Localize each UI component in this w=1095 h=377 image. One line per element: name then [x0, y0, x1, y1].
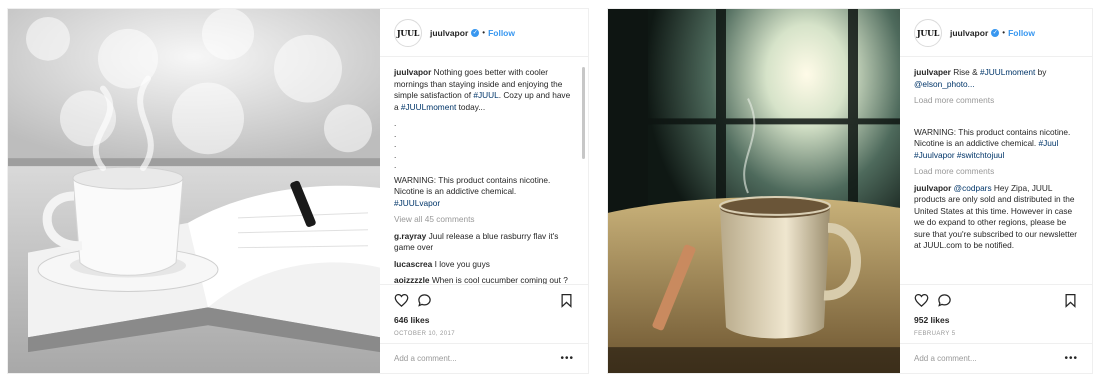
dot-line: .: [394, 149, 397, 160]
heart-icon[interactable]: [914, 293, 929, 308]
hashtag-link[interactable]: #JUULmoment: [980, 67, 1035, 77]
more-options-icon[interactable]: •••: [560, 353, 574, 364]
action-icons: [394, 285, 574, 315]
post-1-photo[interactable]: [8, 9, 380, 373]
comments-panel[interactable]: juulvapor Nothing goes better with coole…: [380, 57, 588, 284]
hashtag-link[interactable]: #JUULmoment: [401, 102, 456, 112]
separator-dot: •: [1002, 28, 1006, 37]
warning-label: WARNING: This product contains nicotine.…: [394, 174, 551, 197]
comment-username[interactable]: g.rayray: [394, 231, 426, 241]
warning-text: WARNING: This product contains nicotine.…: [914, 127, 1078, 162]
coffee-cup-on-book-photo: [8, 9, 380, 373]
add-comment-bar: Add a comment... •••: [900, 343, 1092, 373]
post-2-actions: 952 likes FEBRUARY 5: [900, 284, 1092, 343]
comment-username[interactable]: lucascrea: [394, 259, 432, 269]
mention-link[interactable]: @elson_photo...: [914, 79, 975, 89]
load-more-comments-link[interactable]: Load more comments: [914, 95, 1078, 107]
verified-badge-icon: ✓: [991, 28, 1000, 37]
post-2-photo[interactable]: [608, 9, 900, 373]
dot-line: .: [394, 160, 397, 170]
caption: juulvapor Nothing goes better with coole…: [394, 67, 574, 113]
action-icons: [914, 285, 1078, 315]
comment: juulvapor @codpars Hey Zipa, JUUL produc…: [914, 183, 1078, 252]
post-1-actions: 646 likes OCTOBER 10, 2017: [380, 284, 588, 343]
bookmark-icon[interactable]: [1063, 293, 1078, 308]
separator-dot: •: [482, 28, 486, 37]
mug-in-sunlight-photo: [608, 9, 900, 373]
like-count[interactable]: 646 likes: [394, 315, 574, 325]
speech-bubble-icon[interactable]: [417, 293, 432, 308]
speech-bubble-icon[interactable]: [937, 293, 952, 308]
comment: aoizzzzle When is cool cucumber coming o…: [394, 275, 574, 284]
post-date: OCTOBER 10, 2017: [394, 331, 455, 337]
avatar[interactable]: JUUL: [914, 18, 942, 47]
comment: g.rayray Juul release a blue rasburry fl…: [394, 231, 574, 254]
caption-username[interactable]: juulvaper: [914, 67, 951, 77]
username-link[interactable]: juulvapor: [430, 28, 468, 38]
comment-username[interactable]: juulvapor: [914, 183, 951, 193]
caption-text: by: [1035, 67, 1047, 77]
like-count[interactable]: 952 likes: [914, 315, 1078, 325]
warning-text: WARNING: This product contains nicotine.…: [394, 175, 574, 210]
comment-username[interactable]: aoizzzzle: [394, 275, 430, 284]
bookmark-icon[interactable]: [559, 293, 574, 308]
avatar[interactable]: JUUL: [394, 18, 422, 47]
dot-line: .: [394, 139, 397, 149]
load-more-comments-link[interactable]: Load more comments: [914, 166, 1078, 178]
post-2-sidebar: JUUL juulvapor ✓ • Follow juulvaper Rise…: [900, 9, 1092, 373]
comment: lucascrea I love you guys: [394, 259, 574, 271]
hashtag-link[interactable]: #JUUL: [473, 90, 498, 100]
post-1-header: JUUL juulvapor ✓ • Follow: [380, 9, 588, 57]
comments-panel[interactable]: juulvaper Rise & #JUULmoment by @elson_p…: [900, 57, 1092, 284]
post-1-sidebar: JUUL juulvapor ✓ • Follow juulvapor Noth…: [380, 9, 588, 373]
more-options-icon[interactable]: •••: [1064, 353, 1078, 364]
dot-line: .: [394, 118, 397, 128]
follow-button[interactable]: Follow: [488, 28, 515, 38]
post-2-header: JUUL juulvapor ✓ • Follow: [900, 9, 1092, 57]
comment-text: I love you guys: [434, 258, 490, 269]
caption: juulvaper Rise & #JUULmoment by @elson_p…: [914, 67, 1078, 90]
post-date: FEBRUARY 5: [914, 331, 956, 337]
instagram-post-1: JUUL juulvapor ✓ • Follow juulvapor Noth…: [7, 8, 589, 374]
caption-username[interactable]: juulvapor: [394, 67, 431, 77]
follow-button[interactable]: Follow: [1008, 28, 1035, 38]
mention-link[interactable]: @codpars: [954, 183, 992, 193]
instagram-post-2: JUUL juulvapor ✓ • Follow juulvaper Rise…: [607, 8, 1093, 374]
verified-badge-icon: ✓: [471, 28, 480, 37]
username-link[interactable]: juulvapor: [950, 28, 988, 38]
add-comment-input[interactable]: Add a comment...: [914, 354, 1064, 363]
dot-line: .: [394, 128, 397, 139]
hashtag-link[interactable]: #JUULvapor: [394, 198, 440, 208]
add-comment-input[interactable]: Add a comment...: [394, 354, 560, 363]
caption-text: today...: [456, 101, 486, 112]
caption-text: Rise &: [953, 67, 980, 77]
caption-spacer-dots: . . . . .: [394, 118, 574, 171]
comments-scrollbar[interactable]: [582, 67, 585, 159]
comment-text: When is cool cucumber coming out ?: [431, 275, 568, 284]
heart-icon[interactable]: [394, 293, 409, 308]
add-comment-bar: Add a comment... •••: [380, 343, 588, 373]
view-all-comments-link[interactable]: View all 45 comments: [394, 214, 574, 226]
